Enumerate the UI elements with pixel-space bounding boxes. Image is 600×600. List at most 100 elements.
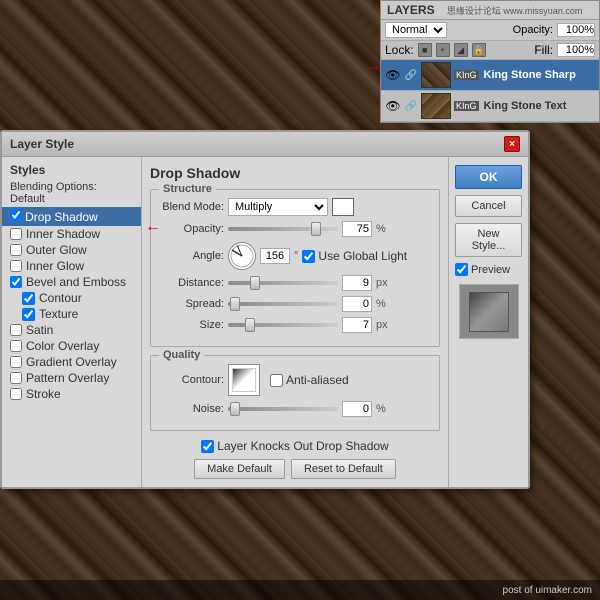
checkbox-bevel-emboss[interactable] (10, 276, 22, 288)
fill-input[interactable] (557, 43, 595, 57)
checkbox-texture[interactable] (22, 308, 35, 321)
styles-item-inner-shadow[interactable]: Inner Shadow (2, 226, 141, 242)
noise-row: Noise: % (159, 401, 431, 417)
styles-item-bevel-emboss[interactable]: Bevel and Emboss (2, 274, 141, 290)
distance-input[interactable] (342, 275, 372, 291)
eye-icon-2[interactable]: 👁 (385, 98, 401, 114)
blend-mode-dropdown[interactable]: Multiply (228, 198, 328, 216)
anti-aliased-checkbox[interactable] (270, 374, 283, 387)
styles-item-inner-glow[interactable]: Inner Glow (2, 258, 141, 274)
styles-panel-header: Styles (2, 161, 141, 179)
angle-deg-symbol: ° (294, 250, 298, 262)
styles-item-outer-glow[interactable]: Outer Glow (2, 242, 141, 258)
layer-abbreviation-2: KInG (454, 101, 479, 111)
angle-label: Angle: (159, 250, 224, 262)
structure-group: Structure Blend Mode: Multiply Opacity: (150, 189, 440, 347)
size-input[interactable] (342, 317, 372, 333)
styles-item-pattern-overlay[interactable]: Pattern Overlay (2, 370, 141, 386)
checkbox-pattern-overlay[interactable] (10, 372, 22, 384)
use-global-light-label[interactable]: Use Global Light (302, 249, 407, 263)
styles-item-gradient-overlay[interactable]: Gradient Overlay (2, 354, 141, 370)
styles-item-contour[interactable]: Contour (2, 290, 141, 306)
drop-shadow-title: Drop Shadow (150, 165, 440, 181)
styles-item-stroke[interactable]: Stroke (2, 386, 141, 402)
size-slider-thumb[interactable] (245, 318, 255, 332)
dialog-close-button[interactable]: × (504, 136, 520, 152)
noise-input[interactable] (342, 401, 372, 417)
styles-item-drop-shadow[interactable]: Drop Shadow (2, 207, 141, 226)
distance-slider-thumb[interactable] (250, 276, 260, 290)
styles-item-texture[interactable]: Texture (2, 306, 141, 322)
link-icon-2: 🔗 (404, 99, 418, 113)
preview-box (459, 284, 519, 339)
checkbox-color-overlay[interactable] (10, 340, 22, 352)
spread-input[interactable] (342, 296, 372, 312)
angle-input-field[interactable] (260, 248, 290, 264)
layer-item-1[interactable]: 👁 🔗 KInG King Stone Sharp (381, 60, 599, 91)
size-row: Size: px (159, 317, 431, 333)
contour-label: Contour: (159, 374, 224, 386)
layers-panel-header: LAYERS 思缘设计论坛 www.missyuan.com (381, 1, 599, 20)
spread-slider[interactable] (228, 302, 338, 306)
checkbox-outer-glow[interactable] (10, 244, 22, 256)
layer-item-2[interactable]: 👁 🔗 KInG King Stone Text (381, 91, 599, 122)
ok-button[interactable]: OK (455, 165, 522, 189)
styles-item-satin[interactable]: Satin (2, 322, 141, 338)
styles-blending-options[interactable]: Blending Options: Default (2, 179, 141, 207)
contour-row: Contour: Anti-aliased (159, 364, 431, 396)
distance-label: Distance: (159, 277, 224, 289)
checkbox-drop-shadow[interactable] (10, 209, 22, 221)
layers-watermark: 思缘设计论坛 www.missyuan.com (447, 6, 583, 16)
size-slider[interactable] (228, 323, 338, 327)
anti-aliased-label[interactable]: Anti-aliased (270, 373, 349, 387)
blend-mode-select[interactable]: Normal (385, 22, 447, 38)
styles-panel: Styles Blending Options: Default Drop Sh… (2, 157, 142, 487)
checkbox-stroke[interactable] (10, 388, 22, 400)
red-arrow-layer: → (364, 55, 382, 76)
lock-move-icon[interactable]: + (436, 43, 450, 57)
contour-inner (232, 368, 256, 392)
angle-row: Angle: ° Use Global Light (159, 242, 431, 270)
checkbox-inner-shadow[interactable] (10, 228, 22, 240)
layer-thumb-1 (421, 62, 451, 88)
size-unit: px (376, 319, 388, 331)
checkbox-contour[interactable] (22, 292, 35, 305)
layer-knocks-checkbox[interactable] (201, 440, 214, 453)
distance-slider[interactable] (228, 281, 338, 285)
checkbox-gradient-overlay[interactable] (10, 356, 22, 368)
opacity-input-field[interactable] (342, 221, 372, 237)
angle-dial[interactable] (228, 242, 256, 270)
lock-all-icon[interactable]: 🔒 (472, 43, 486, 57)
make-default-button[interactable]: Make Default (194, 459, 285, 479)
size-label: Size: (159, 319, 224, 331)
noise-slider[interactable] (228, 407, 338, 411)
status-bar: post of uimaker.com (0, 580, 600, 600)
opacity-slider-thumb[interactable] (311, 222, 321, 236)
reset-to-default-button[interactable]: Reset to Default (291, 459, 396, 479)
cancel-button[interactable]: Cancel (455, 195, 522, 217)
structure-title: Structure (159, 183, 216, 195)
blend-color-swatch[interactable] (332, 198, 354, 216)
contour-preview[interactable] (228, 364, 260, 396)
noise-slider-thumb[interactable] (230, 402, 240, 416)
opacity-label: Opacity: (513, 24, 553, 36)
use-global-light-checkbox[interactable] (302, 250, 315, 263)
styles-item-color-overlay[interactable]: Color Overlay (2, 338, 141, 354)
checkbox-satin[interactable] (10, 324, 22, 336)
opacity-slider[interactable] (228, 227, 338, 231)
preview-checkbox[interactable] (455, 263, 468, 276)
new-style-button[interactable]: New Style... (455, 223, 522, 257)
lock-checkerboard-icon[interactable]: ■ (418, 43, 432, 57)
opacity-input[interactable] (557, 23, 595, 37)
layer-knocks-row[interactable]: Layer Knocks Out Drop Shadow (150, 439, 440, 453)
preview-checkbox-row[interactable]: Preview (455, 263, 522, 276)
distance-row: Distance: px (159, 275, 431, 291)
lock-paint-icon[interactable]: ◢ (454, 43, 468, 57)
status-text: post of uimaker.com (503, 585, 592, 596)
spread-unit: % (376, 298, 386, 310)
spread-slider-thumb[interactable] (230, 297, 240, 311)
quality-group: Quality Contour: Anti-aliased Noise: (150, 355, 440, 431)
checkbox-inner-glow[interactable] (10, 260, 22, 272)
quality-title: Quality (159, 349, 204, 361)
eye-icon-1[interactable]: 👁 (385, 67, 401, 83)
